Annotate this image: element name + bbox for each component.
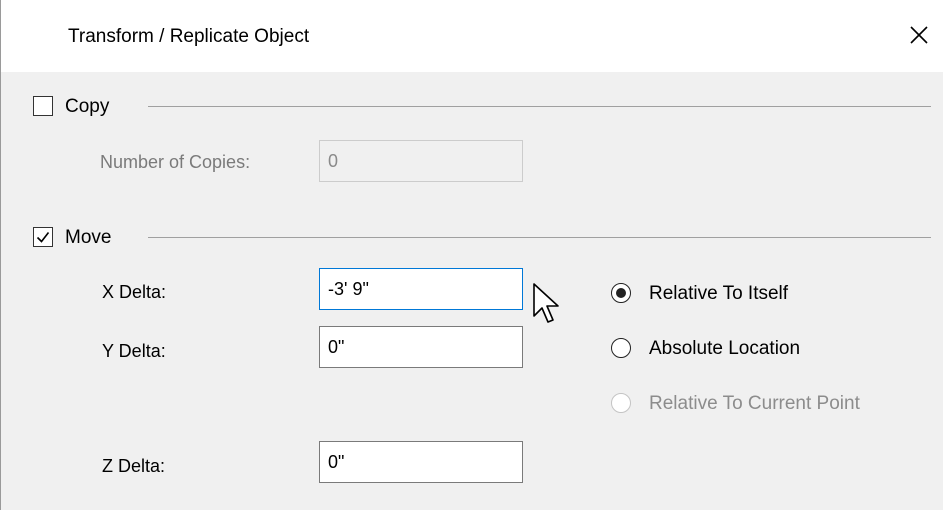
transform-replicate-dialog: Transform / Replicate Object Copy Number… [0, 0, 943, 510]
close-button[interactable] [894, 10, 943, 60]
title-bar: Transform / Replicate Object [1, 0, 943, 72]
radio-relative-to-itself[interactable] [611, 283, 631, 303]
z-delta-field[interactable]: 0" [319, 441, 523, 483]
z-delta-label: Z Delta: [102, 456, 166, 476]
move-checkbox[interactable] [33, 227, 53, 247]
radio-selected-dot [616, 288, 626, 298]
move-label: Move [65, 227, 112, 248]
close-icon [910, 26, 928, 44]
radio-relative-to-current-point[interactable] [611, 393, 631, 413]
move-group-divider [148, 237, 931, 238]
dialog-title: Transform / Replicate Object [68, 26, 310, 47]
y-delta-label: Y Delta: [102, 341, 166, 361]
relative-to-itself-label: Relative To Itself [649, 283, 789, 304]
x-delta-label: X Delta: [102, 282, 167, 302]
copy-label: Copy [65, 96, 110, 117]
checkmark-icon [36, 232, 50, 243]
copy-group-divider [148, 106, 931, 107]
y-delta-field[interactable]: 0" [319, 326, 523, 368]
radio-absolute-location[interactable] [611, 338, 631, 358]
number-of-copies-label: Number of Copies: [100, 152, 251, 172]
absolute-location-label: Absolute Location [649, 338, 801, 359]
number-of-copies-field[interactable]: 0 [319, 140, 523, 182]
relative-to-current-point-label: Relative To Current Point [649, 393, 860, 414]
x-delta-field[interactable]: -3' 9" [319, 268, 523, 310]
mouse-pointer-icon [533, 283, 559, 323]
copy-checkbox[interactable] [33, 96, 53, 116]
